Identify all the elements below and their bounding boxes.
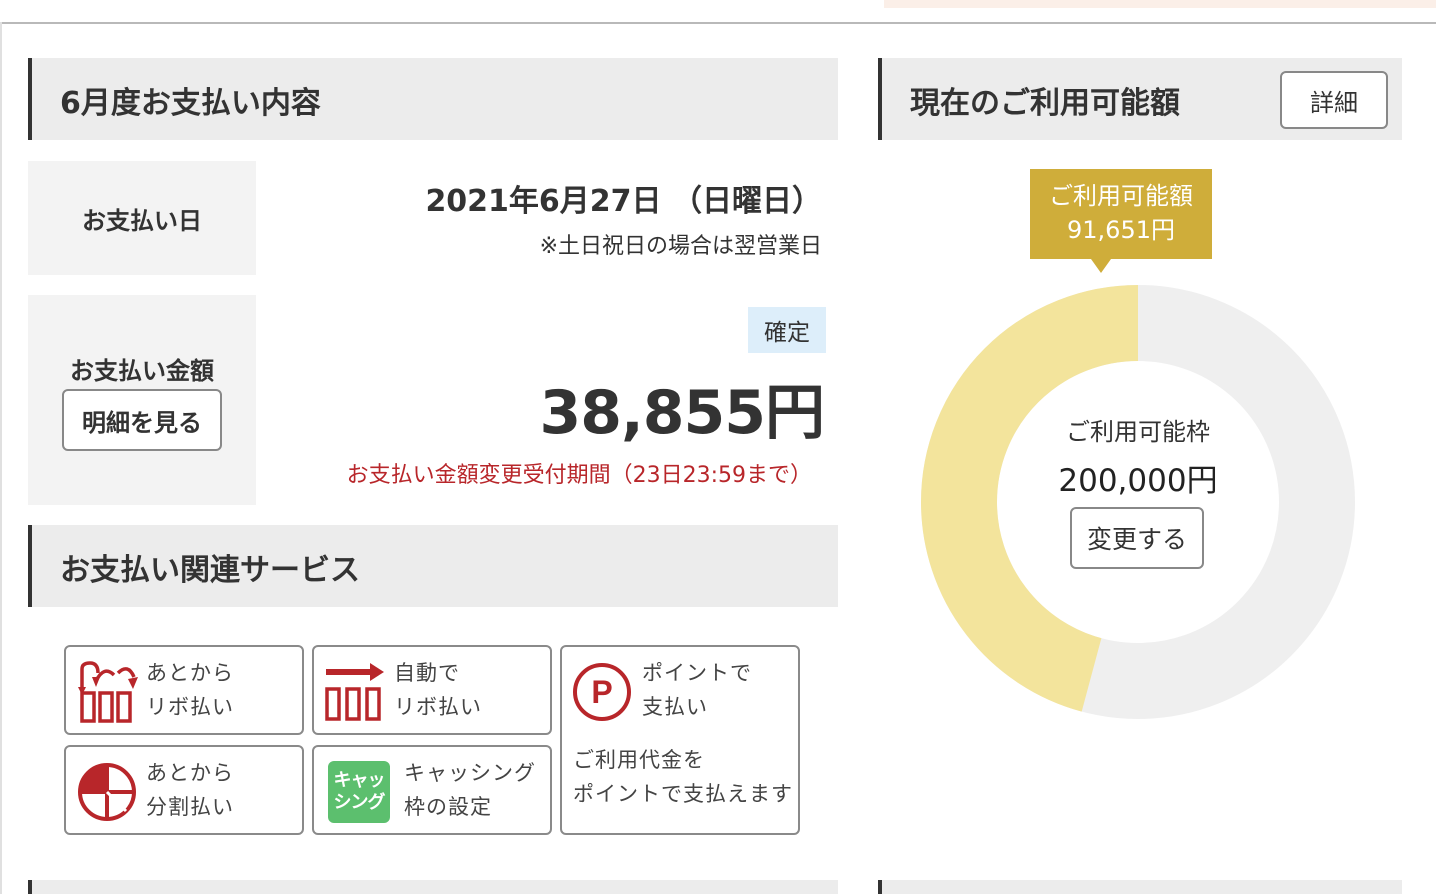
service-label-line2: 枠の設定 xyxy=(404,795,492,819)
next-section-header-left xyxy=(28,880,838,894)
service-auto-revolving-button[interactable]: 自動で リボ払い xyxy=(312,645,552,735)
svg-text:P: P xyxy=(591,674,612,710)
cashing-icon: キャッ シング xyxy=(328,761,390,823)
services-section-header: お支払い関連サービス xyxy=(28,525,838,607)
credit-limit-value: 200,000円 xyxy=(1058,463,1218,499)
available-amount-label: ご利用可能額 xyxy=(1049,182,1193,210)
change-limit-button[interactable]: 変更する xyxy=(1070,507,1204,569)
service-description-line1: ご利用代金を xyxy=(573,748,705,772)
cashing-icon-text-line2: シング xyxy=(333,792,386,813)
services-section-title: お支払い関連サービス xyxy=(60,553,360,588)
later-revolving-icon xyxy=(78,661,138,723)
payment-section-header: 6月度お支払い内容 xyxy=(28,58,838,140)
payment-section-title: 6月度お支払い内容 xyxy=(60,86,321,121)
service-label-line1: あとから xyxy=(146,661,234,685)
credit-section-title: 現在のご利用可能額 xyxy=(910,86,1180,121)
auto-revolving-icon xyxy=(325,663,384,721)
service-label-line1: 自動で xyxy=(394,661,460,685)
credit-donut-chart xyxy=(921,285,1355,719)
top-banner-edge xyxy=(884,0,1436,8)
payment-amount-value: 38,855円 xyxy=(539,378,825,448)
available-amount-value: 91,651円 xyxy=(1067,216,1175,244)
payment-date-label-cell: お支払い日 xyxy=(28,161,256,275)
point-p-icon: P xyxy=(573,663,631,721)
next-section-header-right xyxy=(878,880,1402,894)
service-label-line2: 支払い xyxy=(642,695,708,719)
service-point-payment-button[interactable]: P ポイントで 支払い ご利用代金を ポイントで支払えます xyxy=(560,645,800,835)
payment-date-label: お支払い日 xyxy=(82,206,202,235)
available-amount-tooltip: ご利用可能額 91,651円 xyxy=(1030,169,1212,259)
tooltip-pointer xyxy=(1091,259,1111,273)
service-later-revolving-button[interactable]: あとから リボ払い xyxy=(64,645,304,735)
service-description-line2: ポイントで支払えます xyxy=(573,782,793,806)
service-label-line2: リボ払い xyxy=(146,695,234,719)
service-later-installment-button[interactable]: あとから 分割払い xyxy=(64,745,304,835)
status-badge: 確定 xyxy=(748,307,826,353)
payment-amount-label: お支払い金額 xyxy=(70,357,214,385)
credit-limit-label: ご利用可能枠 xyxy=(1066,418,1210,446)
view-statement-button[interactable]: 明細を見る xyxy=(62,389,222,451)
top-divider xyxy=(0,22,1436,24)
payment-date-value: 2021年6月27日 （日曜日） xyxy=(425,184,822,219)
service-label-line1: ポイントで xyxy=(642,661,752,685)
service-cashing-limit-button[interactable]: キャッ シング キャッシング 枠の設定 xyxy=(312,745,552,835)
cashing-icon-text-line1: キャッ xyxy=(333,770,386,791)
installment-icon xyxy=(78,763,136,821)
credit-detail-button[interactable]: 詳細 xyxy=(1280,71,1388,129)
service-label-line2: 分割払い xyxy=(146,795,234,819)
service-label-line1: あとから xyxy=(146,761,234,785)
change-period-link[interactable]: お支払い金額変更受付期間（23日23:59まで） xyxy=(250,457,812,489)
service-label-line2: リボ払い xyxy=(394,695,482,719)
left-divider xyxy=(0,22,2,894)
payment-date-note: ※土日祝日の場合は翌営業日 xyxy=(539,234,822,259)
service-label-line1: キャッシング xyxy=(404,761,536,785)
